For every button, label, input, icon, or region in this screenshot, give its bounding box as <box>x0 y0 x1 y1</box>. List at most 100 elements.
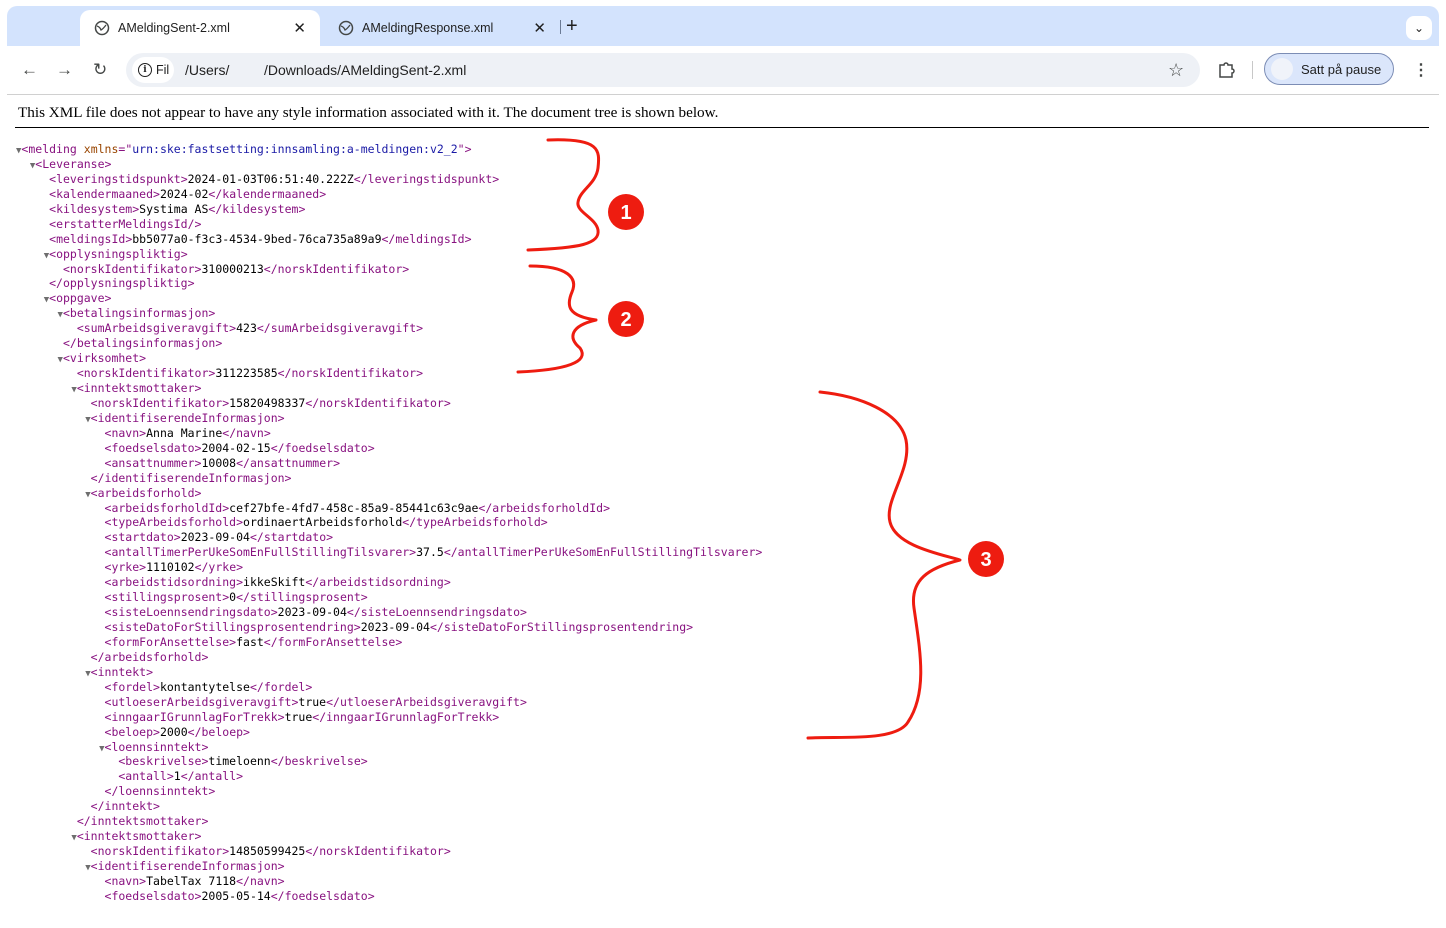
xml-tag-name: utloeserArbeidsgiveravgift <box>339 694 520 709</box>
xml-tag-name: typeArbeidsforhold <box>111 515 237 530</box>
profile-status-label: Satt på pause <box>1301 61 1382 77</box>
xml-tag-name: sisteDatoForStillingsprosentendring <box>443 620 687 634</box>
xml-line[interactable]: ▼<melding xmlns="urn:ske:fastsetting:inn… <box>16 142 762 157</box>
xml-tag-name: inntekt <box>104 799 153 814</box>
scheme-label: Fil <box>156 63 170 77</box>
url-text-end[interactable]: /Downloads/AMeldingSent-2.xml <box>264 62 466 78</box>
xml-tag-name: betalingsinformasjon <box>69 306 209 321</box>
xml-line: <inngaarIGrunnlagForTrekk>true</inngaarI… <box>104 709 500 724</box>
xml-line: <typeArbeidsforhold>ordinaertArbeidsforh… <box>104 515 548 530</box>
extensions-puzzle-icon[interactable] <box>1217 60 1235 78</box>
tab-separator <box>560 20 561 34</box>
xml-tag-name: norskIdentifikator <box>97 844 223 859</box>
xml-tag-name: identifiserendeInformasjon <box>97 859 278 873</box>
tab-amelding-response[interactable]: AMeldingResponse.xml ✕ <box>324 10 560 46</box>
xml-tag-name: Leveranse <box>42 156 105 171</box>
xml-line[interactable]: ▼<identifiserendeInformasjon> <box>16 859 762 874</box>
bookmark-star-icon[interactable]: ☆ <box>1168 60 1184 81</box>
redacted-region <box>232 60 264 80</box>
xml-line: <beloep>2000</beloep> <box>104 724 250 739</box>
back-arrow-icon[interactable]: ← <box>21 60 38 80</box>
xml-line: <kalendermaaned>2024-02</kalendermaaned> <box>49 186 327 201</box>
site-info-chip[interactable]: i Fil <box>132 57 174 83</box>
globe-icon <box>338 20 354 36</box>
xml-tag-name: sumArbeidsgiveravgift <box>83 321 230 336</box>
xml-tag-name: norskIdentifikator <box>97 395 223 410</box>
xml-tag-name: ansattnummer <box>111 455 195 470</box>
xml-text-value: ikkeSkift <box>243 575 306 590</box>
xml-line[interactable]: ▼<opplysningspliktig> <box>16 247 762 262</box>
xml-tag-name: navn <box>111 425 140 440</box>
xml-line: <antall>1</antall> <box>118 769 244 784</box>
new-tab-icon[interactable]: + <box>566 15 578 38</box>
xml-text-value: 2024-01-03T06:51:40.222Z <box>187 171 354 186</box>
xml-line[interactable]: ▼<inntekt> <box>16 665 762 680</box>
profile-paused-button[interactable]: Satt på pause <box>1264 53 1394 85</box>
xml-line: </loennsinntekt> <box>104 784 216 799</box>
xml-tag-name: arbeidstidsordning <box>111 575 237 590</box>
xml-line[interactable]: ▼<betalingsinformasjon> <box>16 306 762 321</box>
xml-tag-name: antall <box>125 769 167 784</box>
xml-tag-name: ansattnummer <box>249 455 334 470</box>
xml-tag-name: foedselsdato <box>284 888 368 903</box>
xml-text-value: 2023-09-04 <box>180 530 250 545</box>
xml-text-value: 2023-09-04 <box>360 620 430 634</box>
close-tab-icon[interactable]: ✕ <box>293 19 306 37</box>
xml-tag-name: navn <box>236 425 264 440</box>
tab-title: AMeldingResponse.xml <box>362 21 494 35</box>
xml-tag-name: meldingsId <box>56 231 126 246</box>
forward-arrow-icon[interactable]: → <box>56 60 73 80</box>
xml-tag-name: formForAnsettelse <box>277 634 396 649</box>
xml-line: <navn>TabelTax 7118</navn> <box>104 873 285 888</box>
xml-tag-name: loennsinntekt <box>118 784 209 799</box>
xml-tag-name: navn <box>111 873 140 888</box>
xml-text-value: kontantytelse <box>159 679 250 694</box>
xml-line[interactable]: ▼<oppgave> <box>16 291 762 306</box>
xml-line[interactable]: ▼<inntektsmottaker> <box>16 829 762 844</box>
annotation-badge-3 <box>968 541 1004 577</box>
xml-line: </betalingsinformasjon> <box>62 336 223 351</box>
xml-line: <leveringstidspunkt>2024-01-03T06:51:40.… <box>49 171 500 186</box>
xml-text-value: true <box>298 694 327 709</box>
xml-tag-name: beloep <box>111 724 153 739</box>
xml-line[interactable]: ▼<Leveranse> <box>16 157 762 172</box>
url-text-start[interactable]: /Users/ <box>185 62 229 78</box>
xml-tag-name: sisteLoennsendringsdato <box>360 605 520 620</box>
xml-line[interactable]: ▼<inntektsmottaker> <box>16 381 762 396</box>
xml-text-value: 2004-02-15 <box>201 440 271 455</box>
xml-tag-name: identifiserendeInformasjon <box>104 470 285 485</box>
xml-text-value: 14850599425 <box>229 844 306 859</box>
xml-tag-name: foedselsdato <box>111 440 195 455</box>
close-tab-icon[interactable]: ✕ <box>533 19 546 37</box>
xml-line[interactable]: ▼<virksomhet> <box>16 351 762 366</box>
xml-text-value: 15820498337 <box>229 395 306 410</box>
more-menu-icon[interactable]: ⋮ <box>1413 60 1429 80</box>
xml-style-info-message: This XML file does not appear to have an… <box>18 104 719 121</box>
xml-tag-name: inngaarIGrunnlagForTrekk <box>111 709 278 724</box>
reload-icon[interactable]: ↻ <box>93 60 107 80</box>
xml-tag-name: inntektsmottaker <box>90 814 202 829</box>
xml-line[interactable]: ▼<identifiserendeInformasjon> <box>16 411 762 426</box>
xml-tag-name: inntekt <box>97 664 147 679</box>
tab-title: AMeldingSent-2.xml <box>118 21 230 35</box>
xml-line: <arbeidsforholdId>cef27bfe-4fd7-458c-85a… <box>104 500 610 515</box>
xml-line: </arbeidsforhold> <box>90 649 209 664</box>
xml-line[interactable]: ▼<loennsinntekt> <box>16 740 762 755</box>
xml-attribute-value: urn:ske:fastsetting:innsamling:a-melding… <box>132 142 458 156</box>
xml-tag-name: antallTimerPerUkeSomEnFullStillingTilsva… <box>457 545 756 560</box>
xml-line: </opplysningspliktig> <box>49 276 195 291</box>
xml-line: <norskIdentifikator>15820498337</norskId… <box>90 395 451 410</box>
xml-text-value: ordinaertArbeidsforhold <box>243 515 403 530</box>
xml-tag-name: leveringstidspunkt <box>367 171 493 186</box>
annotation-label-3: 3 <box>980 549 991 571</box>
xml-tag-name: foedselsdato <box>111 888 195 903</box>
xml-tag-name: norskIdentifikator <box>291 366 417 381</box>
avatar <box>1271 58 1293 80</box>
tab-amelding-sent[interactable]: AMeldingSent-2.xml ✕ <box>80 10 320 46</box>
xml-line: </inntekt> <box>90 799 160 814</box>
xml-line: <norskIdentifikator>310000213</norskIden… <box>62 261 410 276</box>
xml-tag-name: melding <box>28 142 77 156</box>
tab-search-chevron-icon[interactable]: ⌄ <box>1406 16 1432 40</box>
globe-icon <box>94 20 110 36</box>
xml-line[interactable]: ▼<arbeidsforhold> <box>16 486 762 501</box>
